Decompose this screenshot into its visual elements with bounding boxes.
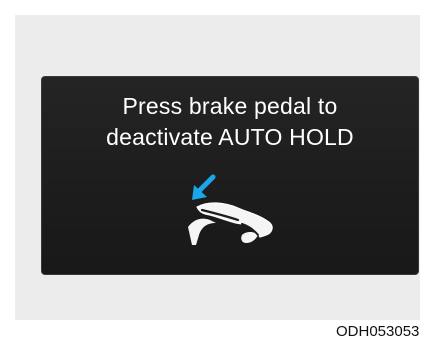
brake-pedal-icon (188, 218, 216, 245)
figure-code: ODH053053 (336, 323, 420, 340)
foot-pressing-brake-pedal-icon (188, 174, 273, 245)
press-arrow-icon (192, 174, 216, 200)
warning-message: Press brake pedal to deactivate AUTO HOL… (42, 91, 418, 153)
message-line-2: deactivate AUTO HOLD (106, 124, 354, 150)
cluster-display-screen: Press brake pedal to deactivate AUTO HOL… (41, 76, 419, 275)
message-line-1: Press brake pedal to (122, 93, 338, 119)
